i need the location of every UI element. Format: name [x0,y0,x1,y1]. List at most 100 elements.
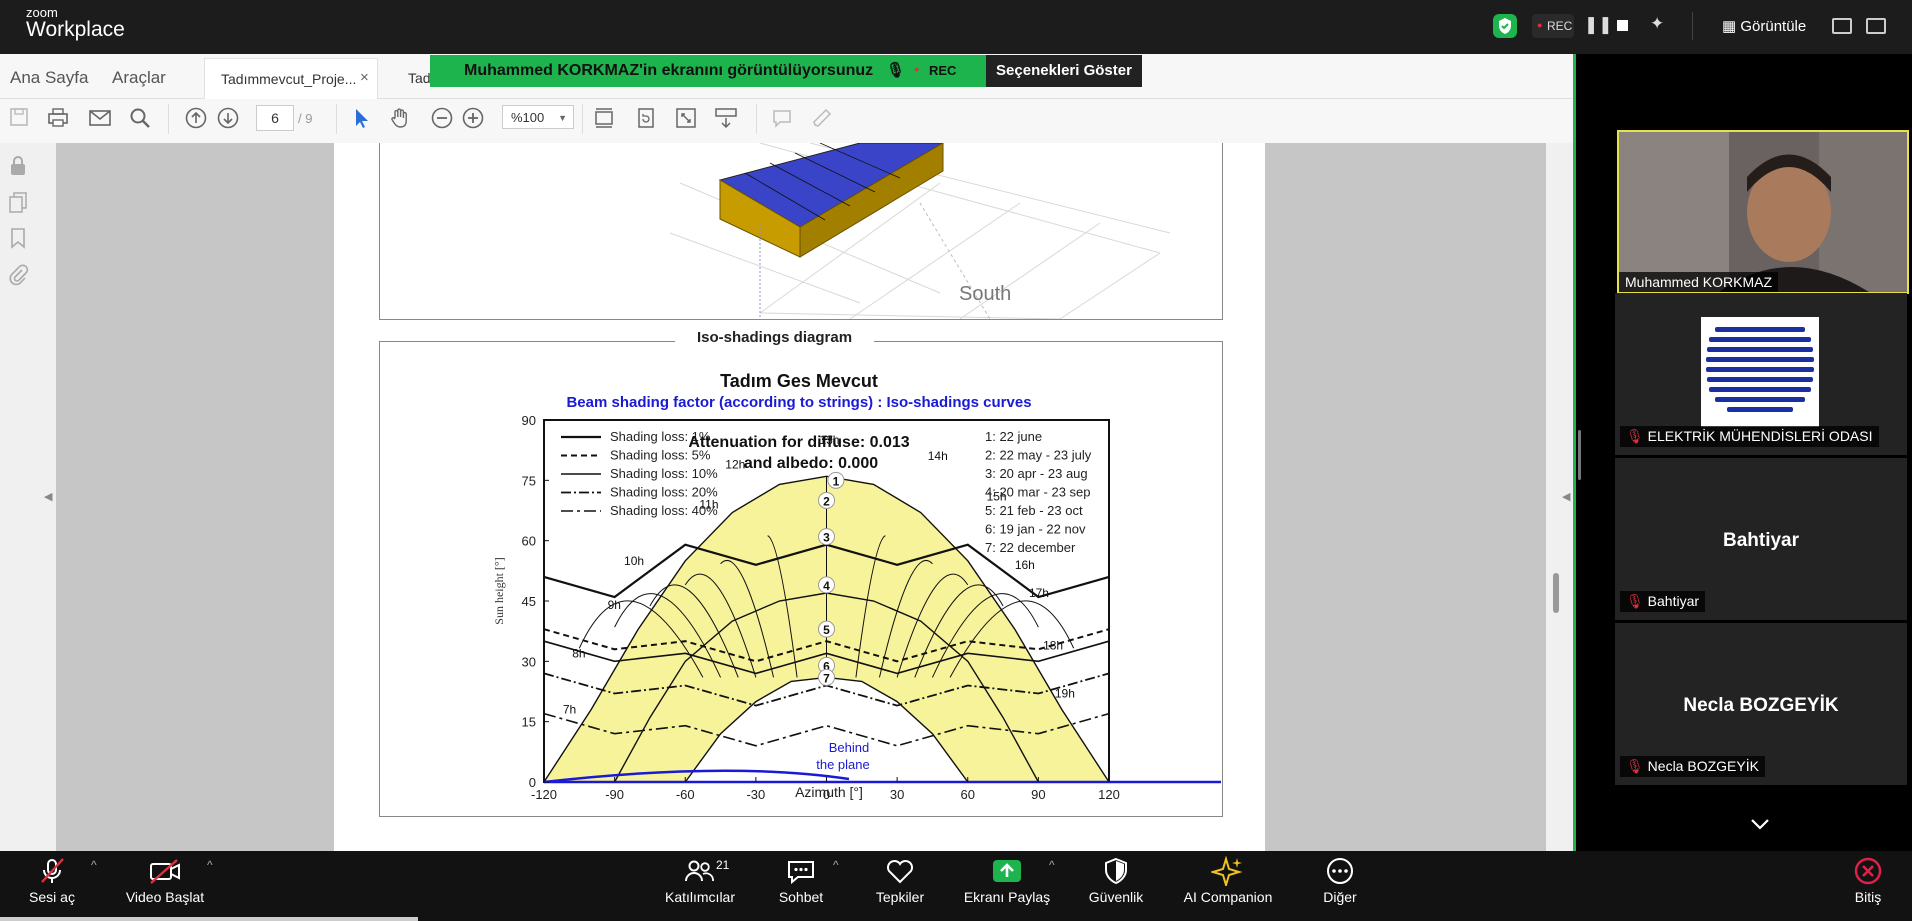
hour-label: 19h [1055,687,1075,701]
security-shield-icon[interactable] [1493,14,1517,38]
share-options-chevron-icon[interactable]: ^ [1049,858,1055,872]
more-button[interactable]: Diğer [1310,856,1370,905]
zoom-logo: zoom Workplace [26,6,125,40]
search-icon[interactable] [128,106,152,130]
emo-logo-icon [1701,317,1819,427]
close-tab-icon[interactable]: × [360,69,369,86]
previous-page-icon[interactable] [184,106,208,130]
scroll-mode-icon[interactable] [714,106,738,130]
document-tab-2[interactable]: Tad [408,70,431,86]
pause-recording-icon[interactable]: ❚❚ [1584,15,1613,35]
highlight-pen-icon[interactable] [810,106,834,130]
video-options-chevron-icon[interactable]: ^ [207,858,213,872]
shield-icon [1105,857,1127,885]
date-marker-label: 7 [823,671,830,685]
rotate-page-icon[interactable] [634,106,658,130]
fullscreen-icon[interactable] [1866,18,1886,34]
fit-page-icon[interactable] [592,106,616,130]
next-page-icon[interactable] [216,106,240,130]
collapse-left-panel-icon[interactable]: ◀ [44,490,52,503]
pages-thumbnail-icon[interactable] [6,190,30,214]
ai-sparkle-icon[interactable]: ✦ [1650,14,1664,34]
security-button[interactable]: Güvenlik [1082,856,1150,905]
share-banner-text: Muhammed KORKMAZ'in ekranını görüntülüyo… [464,62,874,79]
participant-tile-bahtiyar[interactable]: Bahtiyar 🎙 Bahtiyar [1615,458,1907,620]
attachment-paperclip-icon[interactable] [6,262,30,286]
hour-label: 17h [1029,586,1049,600]
date-legend-label: 2: 22 may - 23 july [985,448,1092,463]
participant-tile-video[interactable]: Muhammed KORKMAZ [1617,130,1909,294]
reactions-label: Tepkiler [875,889,925,905]
date-marker-label: 2 [823,494,830,508]
x-tick-label: -120 [531,787,557,802]
zoom-out-icon[interactable] [430,106,454,130]
start-video-button[interactable]: Video Başlat [122,856,208,905]
ai-companion-button[interactable]: AI Companion [1176,855,1280,905]
y-axis-label: Sun height [°] [492,557,506,624]
collapse-right-panel-icon[interactable]: ◀ [1562,490,1570,503]
document-tab[interactable]: Tadımmevcut_Proje... × [204,58,378,100]
show-options-button[interactable]: Seçenekleri Göster [986,55,1142,87]
save-icon[interactable] [8,106,32,130]
chat-options-chevron-icon[interactable]: ^ [833,858,839,872]
chevron-down-icon: ▼ [558,113,567,123]
chat-icon [788,861,814,885]
participant-tile-logo[interactable]: 🎙 ELEKTRİK MÜHENDİSLERİ ODASI [1615,293,1907,455]
comment-icon[interactable] [770,106,794,130]
x-tick-label: 30 [890,787,904,802]
x-tick-label: 120 [1098,787,1120,802]
ai-sparkle-icon [1209,855,1243,889]
full-screen-mode-icon[interactable] [674,106,698,130]
x-tick-label: -60 [676,787,695,802]
chevron-down-icon[interactable] [1749,816,1771,832]
share-screen-button[interactable]: Ekranı Paylaş [962,856,1052,905]
recording-indicator[interactable]: ● REC [1532,14,1574,38]
participants-count: 21 [716,858,730,872]
bottom-progress-strip [0,917,418,921]
reactions-button[interactable]: Tepkiler [866,856,934,905]
panel-resize-handle[interactable] [1578,430,1581,480]
share-screen-icon [993,860,1021,882]
x-tick-label: 60 [961,787,975,802]
hour-label: 16h [1015,558,1035,572]
participants-button[interactable]: 21 Katılımcılar [660,856,740,905]
divider [756,104,757,134]
vertical-scrollbar-thumb[interactable] [1553,573,1559,613]
x-tick-label: 90 [1031,787,1045,802]
divider [1692,12,1693,40]
select-cursor-icon[interactable] [350,106,374,130]
mic-muted-icon: 🎙 [886,62,906,79]
mic-muted-icon: 🎙 [1626,593,1644,609]
bookmark-icon[interactable] [6,226,30,250]
chat-button[interactable]: Sohbet [770,856,832,905]
shading-legend-label: Shading loss: 40% [610,503,718,518]
zoom-level-select[interactable]: %100 ▼ [502,105,574,129]
tab-home[interactable]: Ana Sayfa [10,68,88,88]
view-button[interactable]: ▦ Görüntüle [1722,17,1806,35]
lock-icon[interactable] [6,154,30,178]
zoom-in-icon[interactable] [461,106,485,130]
end-meeting-button[interactable]: Bitiş [1848,856,1888,905]
pv-array-3d-drawing: South [669,143,1171,319]
shading-legend-label: Shading loss: 20% [610,485,718,500]
video-off-icon [150,859,180,884]
stop-recording-icon[interactable] [1617,20,1628,31]
iso-shadings-chart: Tadım Ges Mevcut Beam shading factor (ac… [492,371,1221,802]
audio-options-chevron-icon[interactable]: ^ [91,858,97,872]
more-label: Diğer [1323,889,1357,905]
tab-tools[interactable]: Araçlar [112,68,166,88]
print-icon[interactable] [46,106,70,130]
email-icon[interactable] [88,106,112,130]
hand-tool-icon[interactable] [388,106,412,130]
rec-label: REC [1547,19,1573,33]
minimize-window-icon[interactable] [1832,18,1852,34]
zoom-logo-workplace: Workplace [26,18,125,41]
end-meeting-label: Bitiş [1854,889,1882,905]
participant-tile-necla[interactable]: Necla BOZGEYİK 🎙 Necla BOZGEYİK [1615,623,1907,785]
document-tab-label: Tadımmevcut_Proje... [221,71,357,87]
unmute-button[interactable]: Sesi aç [22,856,82,905]
page-number-input[interactable]: 6 [256,105,294,131]
date-legend-label: 1: 22 june [985,429,1042,444]
zoom-level-value: %100 [511,110,545,125]
participants-label: Katılımcılar [664,889,735,905]
